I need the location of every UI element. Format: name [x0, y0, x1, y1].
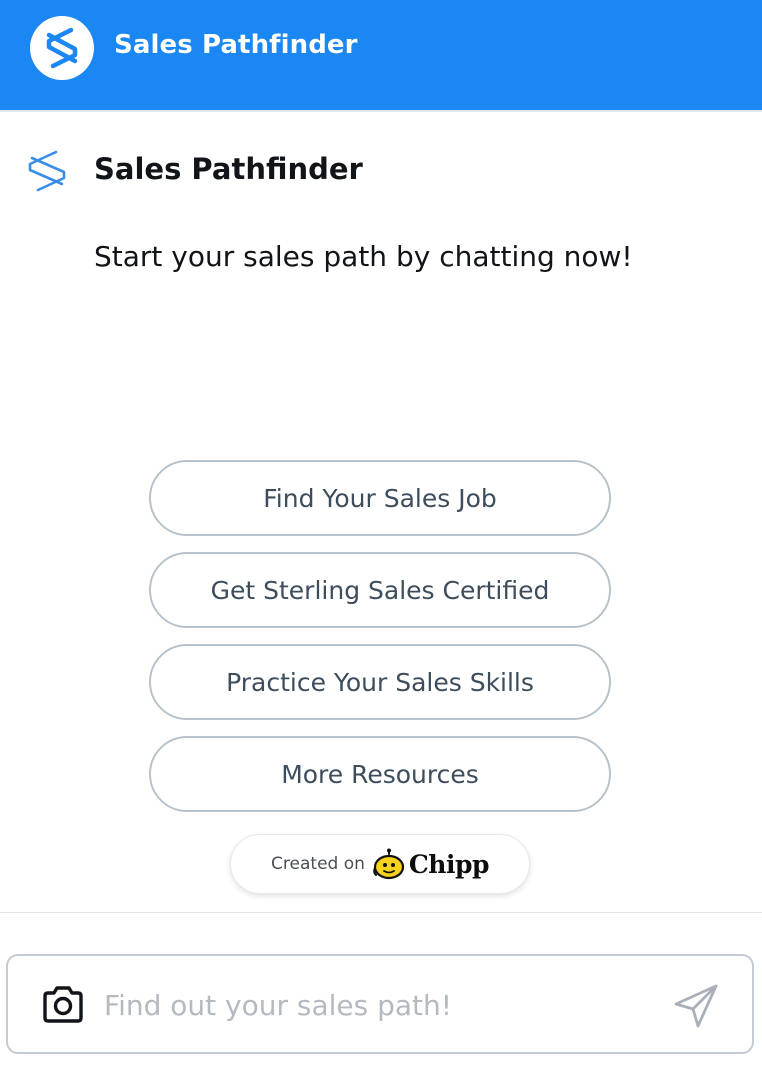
- suggestion-button-practice-skills[interactable]: Practice Your Sales Skills: [149, 644, 611, 720]
- suggestion-button-more-resources[interactable]: More Resources: [149, 736, 611, 812]
- sterling-s-logo-icon: [26, 148, 68, 194]
- suggestion-list: Find Your Sales Job Get Sterling Sales C…: [149, 460, 611, 828]
- message-input[interactable]: [104, 976, 644, 1034]
- chat-app: Sales Pathfinder Sales Pathfinder Start …: [0, 0, 762, 1080]
- created-on-chipp-badge[interactable]: Created on Chipp: [230, 834, 530, 894]
- bot-message: Start your sales path by chatting now!: [94, 240, 633, 273]
- send-icon[interactable]: [670, 980, 722, 1032]
- sterling-s-logo-icon: [30, 16, 94, 80]
- chipp-mascot-icon: [373, 848, 407, 880]
- camera-icon[interactable]: [38, 980, 88, 1030]
- composer-divider: [0, 912, 762, 913]
- suggestion-button-get-certified[interactable]: Get Sterling Sales Certified: [149, 552, 611, 628]
- suggestion-button-find-sales-job[interactable]: Find Your Sales Job: [149, 460, 611, 536]
- message-composer: [6, 954, 754, 1054]
- app-header: Sales Pathfinder: [0, 0, 762, 112]
- chipp-brand-label: Chipp: [408, 849, 490, 879]
- app-title: Sales Pathfinder: [114, 30, 358, 60]
- created-on-label: Created on: [271, 854, 365, 874]
- bot-name: Sales Pathfinder: [94, 152, 363, 186]
